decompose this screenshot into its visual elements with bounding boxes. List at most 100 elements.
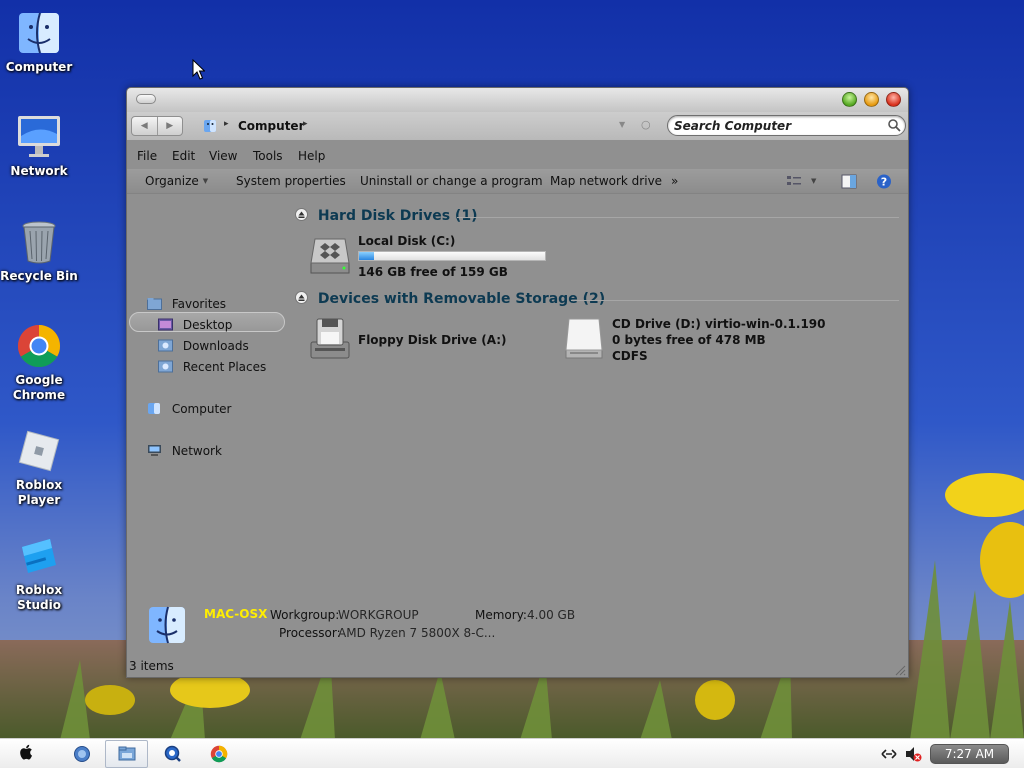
mac-finder-icon xyxy=(19,12,59,54)
processor-label: Processor: xyxy=(279,626,341,640)
desktop-icon-roblox-studio[interactable]: Roblox Studio xyxy=(0,533,78,613)
nav-desktop[interactable]: Desktop xyxy=(158,318,232,332)
forward-button[interactable]: ▶ xyxy=(158,117,183,135)
memory-label: Memory: xyxy=(475,608,527,622)
map-network-drive-button[interactable]: Map network drive xyxy=(550,174,662,188)
nav-downloads[interactable]: Downloads xyxy=(158,339,249,353)
details-pane: MAC-OSX Workgroup: WORKGROUP Memory: 4.0… xyxy=(127,600,908,650)
drive-free-space-local-disk: 146 GB free of 159 GB xyxy=(358,265,508,279)
memory-value: 4.00 GB xyxy=(527,608,576,622)
volume-muted-icon[interactable] xyxy=(904,745,922,763)
floppy-drive-icon[interactable] xyxy=(307,316,353,362)
menu-view[interactable]: View xyxy=(209,149,237,163)
title-bar[interactable] xyxy=(127,88,908,112)
drive-filesystem-cd: CDFS xyxy=(612,349,648,363)
menu-tools[interactable]: Tools xyxy=(253,149,283,163)
mac-finder-icon xyxy=(149,606,185,644)
view-options-icon[interactable] xyxy=(786,174,802,189)
taskbar: 7:27 AM xyxy=(0,738,1024,768)
more-commands-button[interactable]: » xyxy=(671,174,678,188)
help-icon[interactable]: ? xyxy=(876,174,892,189)
processor-value: AMD Ryzen 7 5800X 8-C... xyxy=(338,626,496,640)
organize-button[interactable]: Organize ▼ xyxy=(145,174,208,188)
group-heading-label: Devices with Removable Storage (2) xyxy=(317,291,606,307)
nav-recent-places[interactable]: Recent Places xyxy=(158,360,266,374)
computer-name: MAC-OSX xyxy=(204,607,268,621)
nav-network[interactable]: Network xyxy=(147,444,222,458)
cd-drive-icon[interactable] xyxy=(561,316,607,362)
maximize-button[interactable] xyxy=(842,92,857,107)
desktop-icon-label: Recycle Bin xyxy=(0,269,78,283)
search-input[interactable] xyxy=(674,118,882,134)
desktop-icon-google-chrome[interactable]: Google Chrome xyxy=(0,323,78,403)
chrome-icon[interactable] xyxy=(210,745,228,763)
breadcrumb-computer[interactable]: Computer xyxy=(238,119,304,133)
drive-name-local-disk[interactable]: Local Disk (C:) xyxy=(358,234,455,248)
system-clock[interactable]: 7:27 AM xyxy=(930,744,1009,764)
drive-name-cd[interactable]: CD Drive (D:) virtio-win-0.1.190 xyxy=(612,317,826,331)
nav-favorites-label: Favorites xyxy=(171,297,227,311)
finder-icon[interactable] xyxy=(73,745,91,763)
group-divider xyxy=(457,217,899,218)
resize-grip-icon[interactable] xyxy=(894,664,906,676)
nav-recent-places-label: Recent Places xyxy=(182,360,267,374)
desktop-icon-label: Roblox Player xyxy=(15,478,63,507)
menu-file[interactable]: File xyxy=(137,149,157,163)
group-heading-hard-disk-drives[interactable]: Hard Disk Drives (1) xyxy=(295,208,477,224)
address-bar: ◀ ▶ ▸ Computer ▸ ▼ ○ xyxy=(127,112,908,140)
back-button[interactable]: ◀ xyxy=(132,117,158,135)
workgroup-label: Workgroup: xyxy=(270,608,340,622)
system-properties-button[interactable]: System properties xyxy=(236,174,346,188)
preview-pane-icon[interactable] xyxy=(841,174,857,189)
disk-usage-fill xyxy=(359,252,374,260)
address-history-dropdown[interactable]: ▼ xyxy=(619,120,625,129)
trash-can-icon xyxy=(22,221,56,264)
collapse-icon[interactable] xyxy=(295,208,308,221)
close-button[interactable] xyxy=(886,92,901,107)
mouse-cursor-icon xyxy=(192,59,205,80)
group-heading-label: Hard Disk Drives (1) xyxy=(317,208,478,224)
recent-places-icon xyxy=(158,360,173,373)
desktop-icon-roblox-player[interactable]: Roblox Player xyxy=(0,428,78,508)
search-icon[interactable] xyxy=(887,118,901,132)
apple-icon[interactable] xyxy=(18,743,36,761)
computer-icon xyxy=(204,120,216,132)
explorer-window: ◀ ▶ ▸ Computer ▸ ▼ ○ File Edit View Tool… xyxy=(126,87,909,678)
nav-downloads-label: Downloads xyxy=(182,339,249,353)
minimize-button[interactable] xyxy=(864,92,879,107)
breadcrumb-separator[interactable]: ▸ xyxy=(224,119,229,129)
quicktime-icon[interactable] xyxy=(164,745,182,763)
desktop-icon-network[interactable]: Network xyxy=(0,114,78,179)
group-divider xyxy=(571,300,899,301)
toolbar-toggle-button[interactable] xyxy=(136,94,156,104)
group-heading-removable-storage[interactable]: Devices with Removable Storage (2) xyxy=(295,291,605,307)
drive-free-space-cd: 0 bytes free of 478 MB xyxy=(612,333,766,347)
collapse-icon[interactable] xyxy=(295,291,308,304)
desktop-icon-label: Network xyxy=(10,164,68,178)
nav-network-label: Network xyxy=(171,444,222,458)
uninstall-program-button[interactable]: Uninstall or change a program xyxy=(360,174,543,188)
refresh-button[interactable]: ○ xyxy=(641,118,651,131)
network-tray-icon[interactable] xyxy=(880,745,898,763)
hard-disk-icon[interactable] xyxy=(307,233,353,279)
nav-favorites[interactable]: Favorites xyxy=(147,297,226,311)
search-box[interactable] xyxy=(667,115,906,136)
drive-name-floppy[interactable]: Floppy Disk Drive (A:) xyxy=(358,333,507,347)
status-bar: 3 items xyxy=(127,658,908,677)
svg-text:?: ? xyxy=(881,176,887,189)
menu-edit[interactable]: Edit xyxy=(172,149,195,163)
command-bar: Organize ▼ System properties Uninstall or… xyxy=(127,169,908,194)
menu-help[interactable]: Help xyxy=(298,149,325,163)
desktop-icon-computer[interactable]: Computer xyxy=(0,10,78,75)
disk-usage-bar xyxy=(358,251,546,261)
breadcrumb-separator[interactable]: ▸ xyxy=(303,119,308,129)
nav-computer[interactable]: Computer xyxy=(147,402,231,416)
desktop-icon-recycle-bin[interactable]: Recycle Bin xyxy=(0,219,78,284)
explorer-icon[interactable] xyxy=(118,745,136,763)
view-options-dropdown[interactable]: ▼ xyxy=(811,177,816,185)
desktop-icon-label: Roblox Studio xyxy=(15,583,63,612)
desktop-icon-label: Computer xyxy=(5,60,73,74)
nav-desktop-label: Desktop xyxy=(182,318,233,332)
nav-computer-label: Computer xyxy=(171,402,232,416)
menu-bar: File Edit View Tools Help xyxy=(127,147,908,167)
